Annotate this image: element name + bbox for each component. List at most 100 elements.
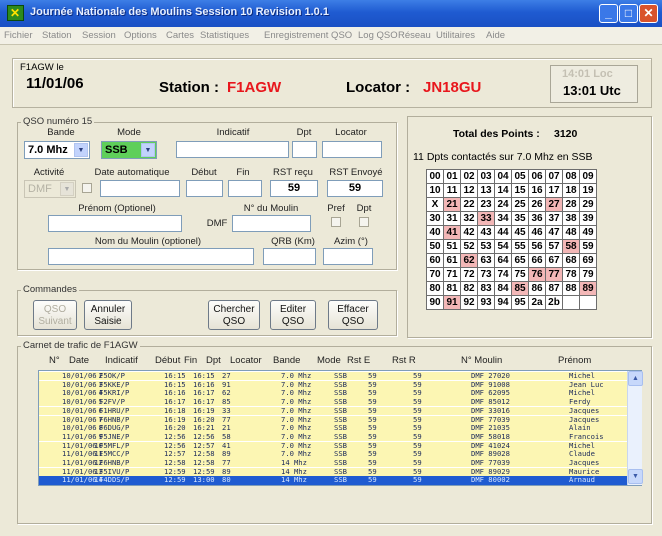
annuler-saisie-button[interactable]: Annuler Saisie: [84, 300, 132, 330]
log-cell: F1HRU/P: [99, 405, 130, 415]
scroll-down-icon[interactable]: ▼: [628, 469, 643, 484]
col-date: Date: [69, 355, 90, 366]
department-cell: 02: [460, 169, 478, 184]
moulin-number-input[interactable]: [232, 215, 311, 232]
indicatif-input[interactable]: [176, 141, 289, 158]
department-cell: 37: [545, 211, 563, 226]
commands-group: Commandes QSO Suivant Annuler Saisie Cherc…: [17, 284, 397, 336]
qrb-label: QRB (Km): [271, 236, 315, 247]
indicatif-label: Indicatif: [216, 127, 250, 138]
mode-value: SSB: [105, 144, 128, 156]
scroll-up-icon[interactable]: ▲: [628, 371, 643, 386]
chevron-down-icon[interactable]: ▼: [141, 143, 155, 157]
log-row[interactable]: 14 11/01/06 F4DDS/P 12:59 13:00 80 14 Mhz SSB 59…: [39, 475, 627, 485]
department-cell: 07: [545, 169, 563, 184]
department-cell: 79: [579, 267, 597, 282]
department-cell: 90: [426, 295, 444, 310]
fin-input[interactable]: [228, 180, 262, 197]
department-cell: 64: [494, 253, 512, 268]
department-cell: 23: [477, 197, 495, 212]
rst-recu-input[interactable]: 59: [270, 180, 318, 197]
department-cell: 78: [562, 267, 580, 282]
col-dpt: Dpt: [206, 355, 221, 366]
department-cell: 49: [579, 225, 597, 240]
bande-select[interactable]: 7.0 Mhz ▼: [24, 141, 90, 159]
rst-envoye-input[interactable]: 59: [327, 180, 383, 197]
department-cell: 40: [426, 225, 444, 240]
log-cell: 11/01/06: [62, 475, 97, 485]
log-row[interactable]: 6 10/01/06 F1HRU/P 16:18 16:19 33 7.0 Mhz SSB 59…: [39, 405, 627, 416]
department-cell: 53: [477, 239, 495, 254]
department-cell: 59: [579, 239, 597, 254]
editer-qso-button[interactable]: Editer QSO: [270, 300, 316, 330]
close-button[interactable]: ✕: [639, 4, 658, 23]
locator-input[interactable]: [322, 141, 382, 158]
department-cell: 95: [511, 295, 529, 310]
minimize-button[interactable]: _: [599, 4, 618, 23]
qrb-input[interactable]: [263, 248, 316, 265]
department-cell: 24: [494, 197, 512, 212]
pref-dpt-label: Dpt: [356, 203, 372, 214]
moulin-number-label: N° du Moulin: [243, 203, 299, 214]
nom-moulin-input[interactable]: [48, 248, 254, 265]
log-cell: 13:00: [193, 475, 215, 485]
department-cell: 34: [494, 211, 512, 226]
menu-reseau[interactable]: Réseau: [398, 30, 431, 41]
department-cell: 22: [460, 197, 478, 212]
department-cell: 44: [494, 225, 512, 240]
window-title: Journée Nationale des Moulins Session 10…: [30, 6, 329, 18]
grid-row: 90 91 92 93 94 95 2a 2b: [426, 295, 597, 310]
department-cell: 2b: [545, 295, 563, 310]
department-cell: 48: [562, 225, 580, 240]
log-row[interactable]: 4 10/01/06 F5KRI/P 16:16 16:17 62 7.0 Mhz SSB 59…: [39, 388, 627, 398]
menu-log-qso[interactable]: Log QSO: [358, 30, 398, 41]
department-cell: 51: [443, 239, 461, 254]
mode-select[interactable]: SSB ▼: [101, 141, 157, 159]
menu-statistiques[interactable]: Statistiques: [200, 30, 249, 41]
menu-utilitaires[interactable]: Utilitaires: [436, 30, 475, 41]
department-cell: [562, 295, 580, 310]
effacer-qso-button[interactable]: Effacer QSO: [328, 300, 378, 330]
activite-select[interactable]: DMF ▼: [24, 180, 76, 198]
session-date: 11/01/06: [26, 75, 84, 92]
grid-row: 40 41 42 43 44 45 46 47 48 49: [426, 225, 597, 240]
maximize-button[interactable]: □: [619, 4, 638, 23]
department-cell: 10: [426, 183, 444, 198]
date-input[interactable]: [100, 180, 180, 197]
menu-bar: Fichier Station Session Options Cartes S…: [0, 27, 662, 45]
menu-station[interactable]: Station: [42, 30, 72, 41]
chevron-down-icon[interactable]: ▼: [60, 182, 74, 196]
chercher-qso-button[interactable]: Chercher QSO: [208, 300, 260, 330]
dmf-prefix: DMF: [206, 218, 228, 229]
menu-enregistrement[interactable]: Enregistrement QSO: [264, 30, 352, 41]
department-cell: 17: [545, 183, 563, 198]
dpt-checkbox[interactable]: [359, 217, 369, 227]
department-cell: 12: [460, 183, 478, 198]
menu-session[interactable]: Session: [82, 30, 116, 41]
col-rst-e: Rst E: [347, 355, 371, 366]
log-scrollbar[interactable]: ▲ ▼: [627, 371, 643, 485]
department-cell: 82: [460, 281, 478, 296]
log-table[interactable]: 2 10/01/06 F5OK/P 16:15 16:15 27 7.0 Mhz SSB 59 5…: [38, 370, 643, 486]
menu-options[interactable]: Options: [124, 30, 157, 41]
menu-fichier[interactable]: Fichier: [4, 30, 33, 41]
menu-aide[interactable]: Aide: [486, 30, 505, 41]
dpt-input[interactable]: [292, 141, 317, 158]
qso-suivant-button[interactable]: QSO Suivant: [33, 300, 77, 330]
chevron-down-icon[interactable]: ▼: [74, 143, 88, 157]
fin-label: Fin: [236, 167, 250, 178]
prenom-input[interactable]: [48, 215, 182, 232]
menu-cartes[interactable]: Cartes: [166, 30, 194, 41]
pref-checkbox[interactable]: [331, 217, 341, 227]
col-rst-r: Rst R: [392, 355, 416, 366]
grid-row: 50 51 52 53 54 55 56 57 58 59: [426, 239, 597, 254]
date-auto-checkbox[interactable]: [82, 183, 92, 193]
debut-input[interactable]: [186, 180, 223, 197]
col-indicatif: Indicatif: [105, 355, 138, 366]
department-cell: 41: [443, 225, 461, 240]
department-cell: 21: [443, 197, 461, 212]
log-cell: Arnaud: [569, 475, 595, 485]
department-cell: 46: [528, 225, 546, 240]
azim-input[interactable]: [323, 248, 373, 265]
log-cell: 16:18: [164, 405, 186, 415]
